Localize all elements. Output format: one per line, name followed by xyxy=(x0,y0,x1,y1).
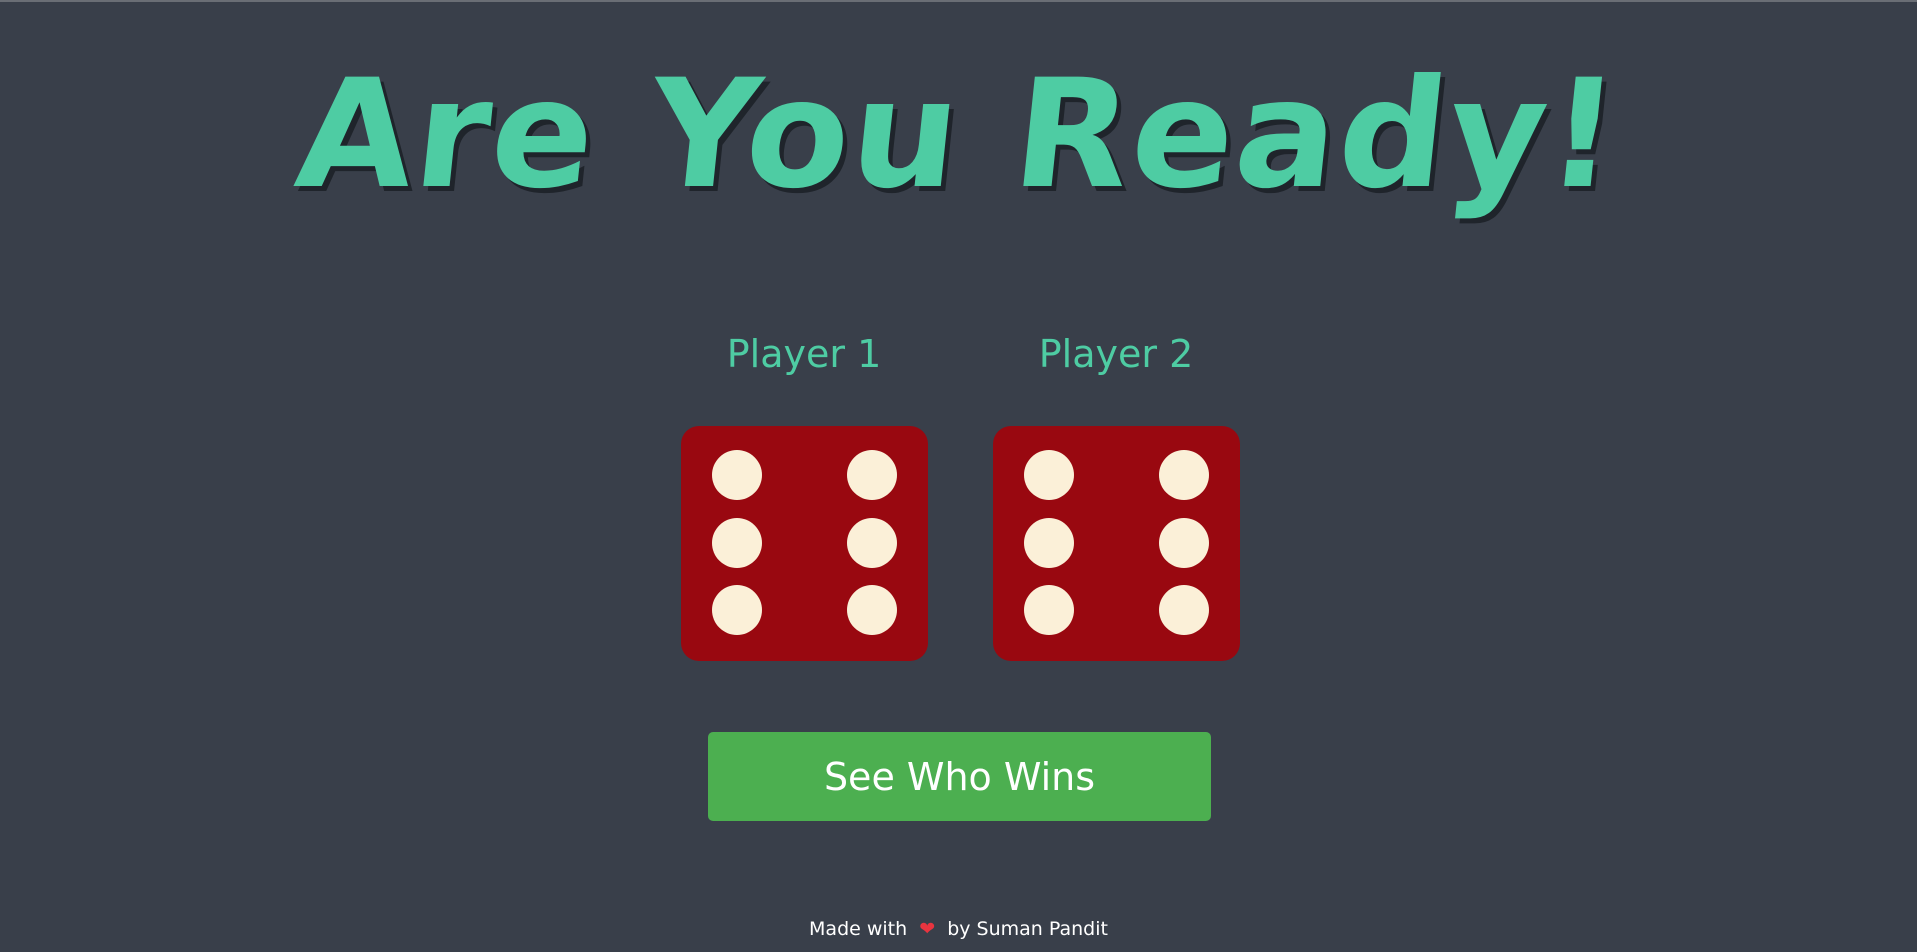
die-pip xyxy=(847,518,897,568)
die-pip xyxy=(1024,450,1074,500)
die-pip xyxy=(712,450,762,500)
footer-prefix: Made with xyxy=(809,918,908,940)
footer-author: by Suman Pandit xyxy=(947,918,1108,940)
die-pip xyxy=(712,585,762,635)
player-2-label: Player 2 xyxy=(1038,332,1194,376)
player-1-label: Player 1 xyxy=(726,332,882,376)
die-pip xyxy=(1159,518,1209,568)
die-pip xyxy=(1024,585,1074,635)
die-pip xyxy=(847,585,897,635)
player-2-die xyxy=(993,426,1240,661)
page-title: Are You Ready! xyxy=(288,48,1629,222)
see-who-wins-button[interactable]: See Who Wins xyxy=(708,732,1211,821)
die-pip xyxy=(712,518,762,568)
die-pip xyxy=(1159,585,1209,635)
heart-icon: ❤ xyxy=(919,918,936,940)
die-pip xyxy=(847,450,897,500)
player-1-die xyxy=(681,426,928,661)
die-pip xyxy=(1159,450,1209,500)
die-pip xyxy=(1024,518,1074,568)
footer-credit: Made with ❤ by Suman Pandit xyxy=(0,918,1917,940)
